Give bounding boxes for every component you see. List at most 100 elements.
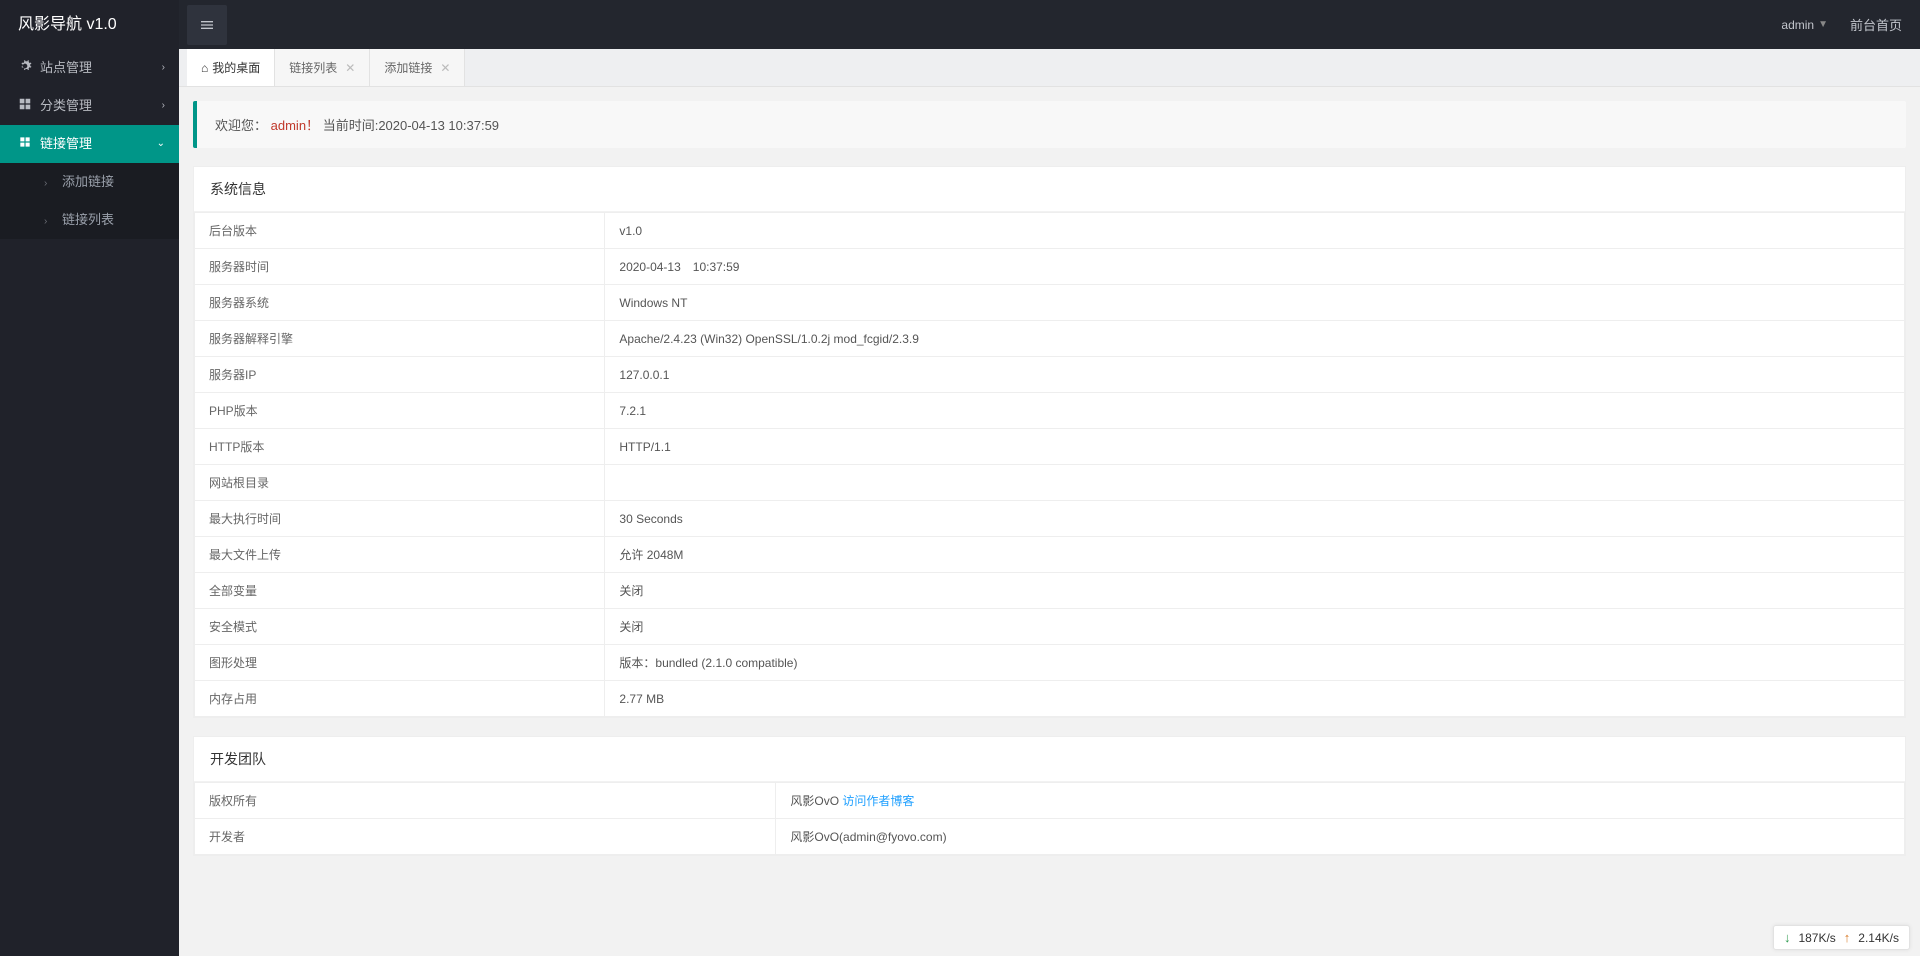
- tab-label: 添加链接: [384, 59, 432, 76]
- hamburger-icon: [199, 17, 215, 33]
- close-icon[interactable]: ✕: [345, 61, 355, 75]
- info-key: HTTP版本: [195, 429, 605, 465]
- table-row: 服务器IP127.0.0.1: [195, 357, 1905, 393]
- chevron-right-icon: ›: [162, 49, 165, 87]
- info-key: 全部变量: [195, 573, 605, 609]
- download-arrow-icon: ↓: [1784, 930, 1791, 945]
- devteam-card: 开发团队 版权所有风影OvO 访问作者博客开发者风影OvO(admin@fyov…: [193, 736, 1906, 856]
- table-row: 开发者风影OvO(admin@fyovo.com): [195, 819, 1905, 855]
- info-value: 7.2.1: [605, 393, 1905, 429]
- user-name: admin: [1781, 18, 1814, 32]
- info-value: 30 Seconds: [605, 501, 1905, 537]
- table-row: 后台版本v1.0: [195, 213, 1905, 249]
- info-value: Apache/2.4.23 (Win32) OpenSSL/1.0.2j mod…: [605, 321, 1905, 357]
- info-value: 版本：bundled (2.1.0 compatible): [605, 645, 1905, 681]
- table-row: 安全模式关闭: [195, 609, 1905, 645]
- sidebar: 风影导航 v1.0 站点管理›分类管理›链接管理⌄›添加链接›链接列表: [0, 0, 179, 956]
- info-value: 允许 2048M: [605, 537, 1905, 573]
- caret-down-icon: ▼: [1818, 19, 1828, 30]
- sysinfo-card: 系统信息 后台版本v1.0服务器时间2020-04-13 10:37:59服务器…: [193, 166, 1906, 718]
- info-value: v1.0: [605, 213, 1905, 249]
- tab-0[interactable]: ⌂ 我的桌面: [187, 49, 275, 86]
- welcome-prefix: 欢迎您：: [215, 118, 267, 133]
- download-speed: 187K/s: [1798, 931, 1835, 945]
- author-blog-link[interactable]: 访问作者博客: [842, 794, 914, 808]
- upload-arrow-icon: ↑: [1844, 930, 1851, 945]
- home-icon: ⌂: [201, 61, 208, 75]
- table-row: PHP版本7.2.1: [195, 393, 1905, 429]
- info-value: 2.77 MB: [605, 681, 1905, 717]
- content-area[interactable]: 欢迎您： admin！ 当前时间:2020-04-13 10:37:59 系统信…: [179, 87, 1920, 956]
- info-value: [605, 465, 1905, 501]
- info-value: Windows NT: [605, 285, 1905, 321]
- info-key: 服务器解释引擎: [195, 321, 605, 357]
- devteam-table: 版权所有风影OvO 访问作者博客开发者风影OvO(admin@fyovo.com…: [194, 782, 1905, 855]
- info-key: 内存占用: [195, 681, 605, 717]
- info-key: PHP版本: [195, 393, 605, 429]
- table-row: 最大文件上传允许 2048M: [195, 537, 1905, 573]
- info-value: 2020-04-13 10:37:59: [605, 249, 1905, 285]
- sidebar-subitem-label: 添加链接: [62, 174, 114, 189]
- table-row: 服务器系统Windows NT: [195, 285, 1905, 321]
- info-value: 127.0.0.1: [605, 357, 1905, 393]
- welcome-time-label: 当前时间:: [323, 118, 379, 133]
- info-value: 风影OvO 访问作者博客: [776, 783, 1905, 819]
- upload-speed: 2.14K/s: [1858, 931, 1899, 945]
- sidebar-subitem-2-0[interactable]: › 添加链接: [0, 163, 179, 201]
- chevron-right-icon: ›: [44, 203, 56, 241]
- tab-bar: ⌂ 我的桌面 链接列表 ✕ 添加链接 ✕: [179, 49, 1920, 87]
- info-key: 最大文件上传: [195, 537, 605, 573]
- info-value: 关闭: [605, 609, 1905, 645]
- table-row: 版权所有风影OvO 访问作者博客: [195, 783, 1905, 819]
- user-menu[interactable]: admin ▼: [1781, 18, 1828, 32]
- info-key: 网站根目录: [195, 465, 605, 501]
- info-key: 最大执行时间: [195, 501, 605, 537]
- sidebar-subitem-2-1[interactable]: › 链接列表: [0, 201, 179, 239]
- table-row: 服务器时间2020-04-13 10:37:59: [195, 249, 1905, 285]
- table-row: HTTP版本HTTP/1.1: [195, 429, 1905, 465]
- welcome-banner: 欢迎您： admin！ 当前时间:2020-04-13 10:37:59: [193, 101, 1906, 148]
- table-row: 最大执行时间30 Seconds: [195, 501, 1905, 537]
- info-key: 服务器时间: [195, 249, 605, 285]
- network-badge: ↓ 187K/s ↑ 2.14K/s: [1773, 925, 1910, 950]
- info-key: 安全模式: [195, 609, 605, 645]
- grid-icon: [18, 88, 34, 126]
- info-key: 服务器IP: [195, 357, 605, 393]
- menu-toggle-button[interactable]: [187, 5, 227, 45]
- brand-title: 风影导航 v1.0: [0, 0, 179, 49]
- sysinfo-table: 后台版本v1.0服务器时间2020-04-13 10:37:59服务器系统Win…: [194, 212, 1905, 717]
- sidebar-item-label: 分类管理: [40, 98, 92, 113]
- close-icon[interactable]: ✕: [440, 61, 450, 75]
- table-row: 全部变量关闭: [195, 573, 1905, 609]
- tab-1[interactable]: 链接列表 ✕: [275, 49, 370, 86]
- info-key: 后台版本: [195, 213, 605, 249]
- table-row: 服务器解释引擎Apache/2.4.23 (Win32) OpenSSL/1.0…: [195, 321, 1905, 357]
- info-key: 版权所有: [195, 783, 776, 819]
- tab-label: 链接列表: [289, 59, 337, 76]
- sidebar-item-0[interactable]: 站点管理 ›: [0, 49, 179, 87]
- info-value: HTTP/1.1: [605, 429, 1905, 465]
- info-key: 开发者: [195, 819, 776, 855]
- chevron-right-icon: ›: [162, 87, 165, 125]
- header: admin ▼ 前台首页: [179, 0, 1920, 49]
- info-key: 服务器系统: [195, 285, 605, 321]
- info-value: 关闭: [605, 573, 1905, 609]
- devteam-title: 开发团队: [194, 737, 1905, 782]
- tab-2[interactable]: 添加链接 ✕: [370, 49, 465, 86]
- frontend-link[interactable]: 前台首页: [1850, 15, 1902, 34]
- info-value: 风影OvO(admin@fyovo.com): [776, 819, 1905, 855]
- sysinfo-title: 系统信息: [194, 167, 1905, 212]
- table-row: 内存占用2.77 MB: [195, 681, 1905, 717]
- sidebar-item-label: 站点管理: [40, 60, 92, 75]
- welcome-time: 2020-04-13 10:37:59: [378, 118, 499, 133]
- chevron-right-icon: ›: [44, 165, 56, 203]
- gear-icon: [18, 50, 34, 88]
- link-icon: [18, 126, 34, 164]
- sidebar-item-2[interactable]: 链接管理⌄: [0, 125, 179, 163]
- sidebar-subitem-label: 链接列表: [62, 212, 114, 227]
- tab-label: 我的桌面: [212, 59, 260, 76]
- info-key: 图形处理: [195, 645, 605, 681]
- welcome-user: admin！: [271, 118, 319, 133]
- chevron-down-icon: ⌄: [157, 125, 165, 163]
- sidebar-item-1[interactable]: 分类管理 ›: [0, 87, 179, 125]
